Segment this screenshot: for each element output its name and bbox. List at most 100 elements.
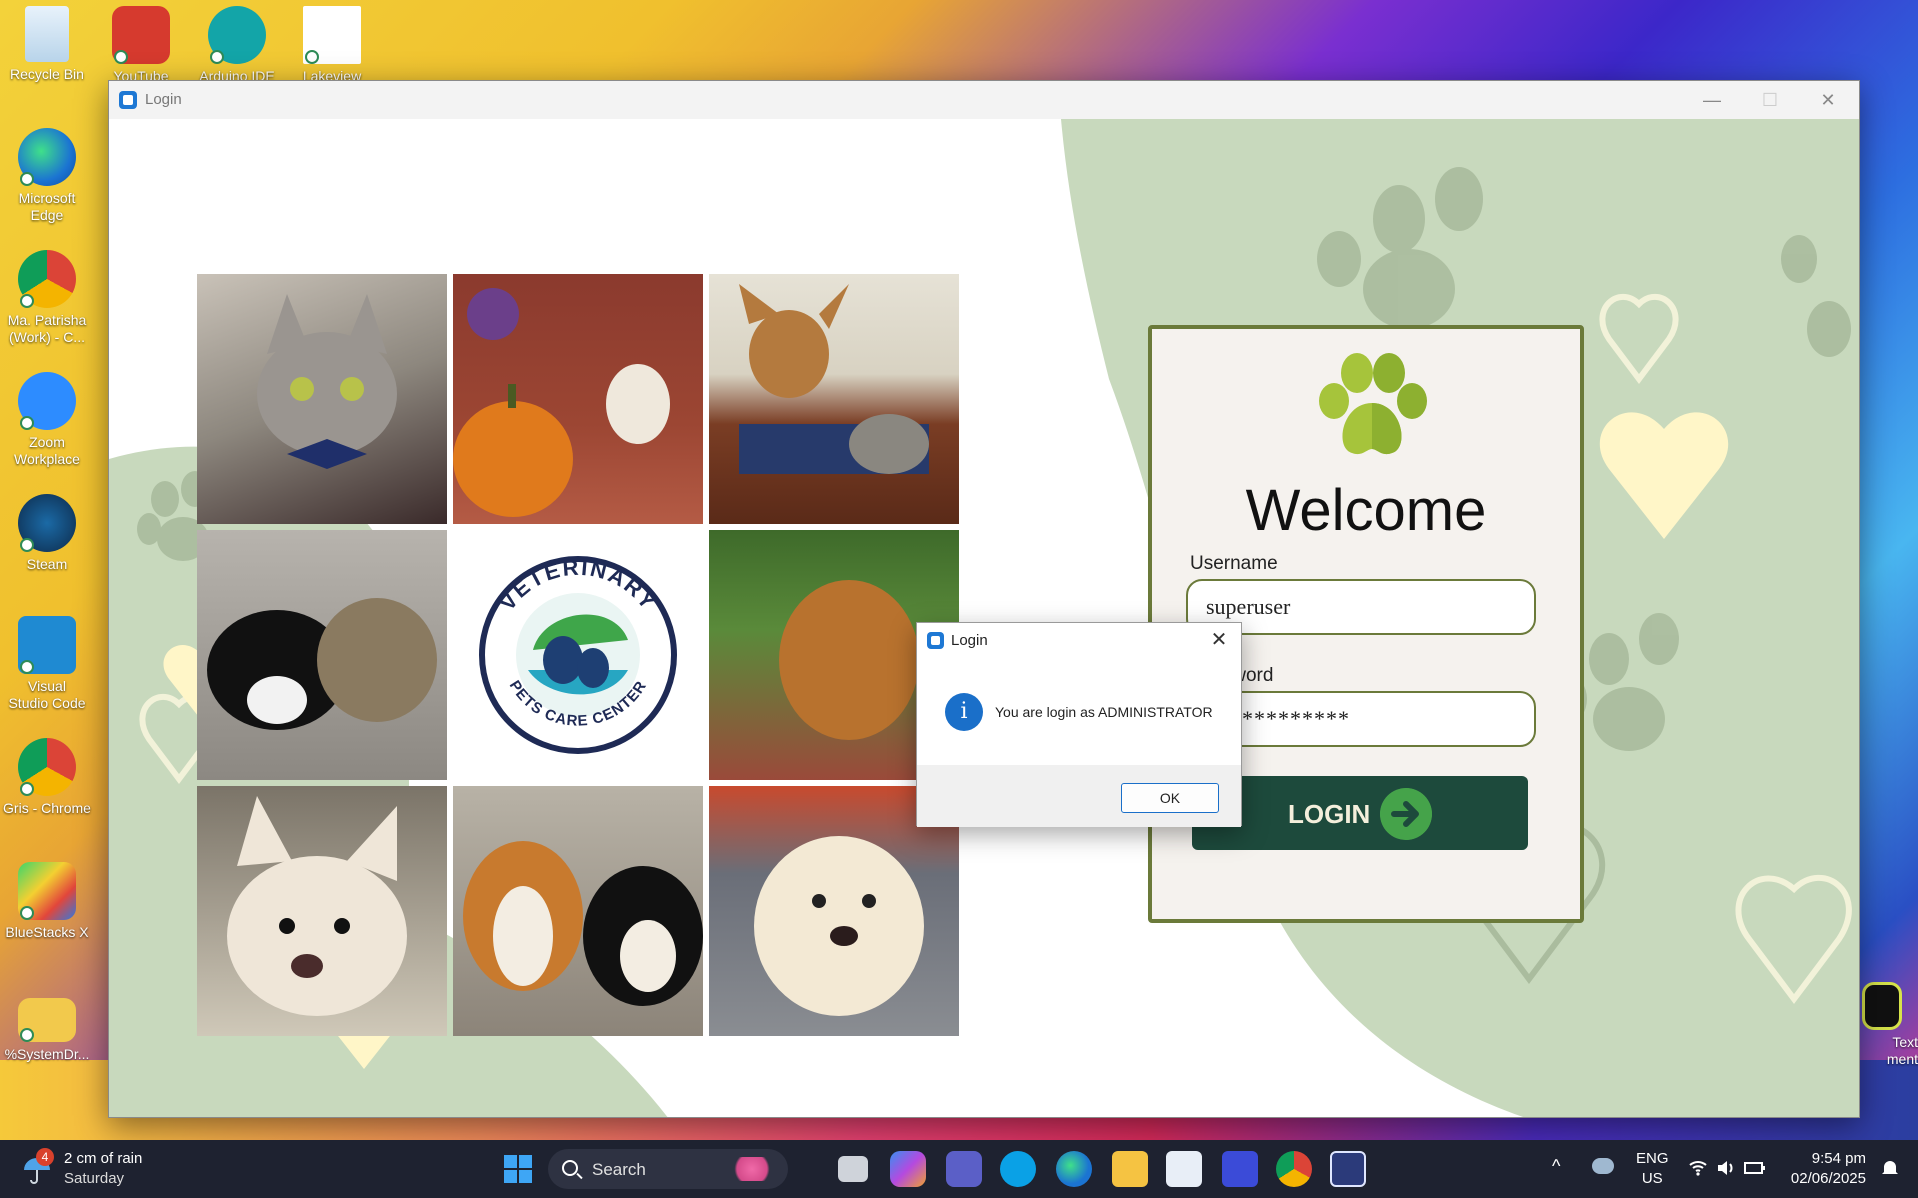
- chrome-icon: [18, 250, 76, 308]
- window-titlebar[interactable]: Login — ☐ ✕: [109, 81, 1859, 119]
- dialog-close-button[interactable]: ✕: [1205, 627, 1233, 653]
- veterinary-logo: VETERINARY PETS CARE CENTER: [453, 530, 703, 780]
- login-button[interactable]: LOGIN: [1192, 776, 1528, 850]
- desktop-icon-label: Zoom Workplace: [14, 434, 80, 467]
- desktop-icon-label: Microsoft Edge: [18, 190, 76, 223]
- minimize-button[interactable]: —: [1683, 81, 1741, 119]
- maximize-button[interactable]: ☐: [1741, 81, 1799, 119]
- battery-icon[interactable]: [1744, 1160, 1766, 1176]
- desktop-icon-systemdrive[interactable]: %SystemDr...: [0, 986, 94, 1063]
- recycle-bin-icon: [25, 6, 69, 62]
- microsoft-store-icon[interactable]: [1166, 1151, 1202, 1187]
- dialog-footer: OK: [917, 765, 1241, 827]
- chevron-up-icon[interactable]: ^: [1552, 1156, 1560, 1198]
- desktop-icon-youtube[interactable]: YouTube: [94, 6, 188, 82]
- app-taskbar-icon[interactable]: [1222, 1151, 1258, 1187]
- copilot-icon[interactable]: [890, 1151, 926, 1187]
- dog-cat-illustration: [739, 284, 929, 474]
- paw-logo-icon: [1319, 353, 1427, 455]
- desktop-icon-label: %SystemDr...: [4, 1046, 90, 1062]
- login-window: Login — ☐ ✕ VETERINARY PETS CARE CENTER …: [108, 80, 1860, 1118]
- weather-summary: 2 cm of rain: [64, 1150, 143, 1167]
- file-explorer-icon[interactable]: [1112, 1151, 1148, 1187]
- taskbar-search[interactable]: Search: [548, 1149, 788, 1189]
- desktop-icon-steam[interactable]: Steam: [0, 494, 94, 573]
- language-code: ENG: [1636, 1150, 1669, 1167]
- two-dogs-illustration: [463, 841, 703, 1006]
- folder-icon: [18, 998, 76, 1042]
- desktop-icon-label: Ma. Patrisha (Work) - C...: [7, 312, 87, 345]
- dialog-body: i You are login as ADMINISTRATOR: [917, 657, 1241, 765]
- notification-bell-icon[interactable]: [1880, 1158, 1900, 1178]
- onedrive-icon[interactable]: [1592, 1158, 1614, 1174]
- pet-photo-white-dog: [197, 786, 447, 1036]
- desktop-icon-zoom[interactable]: Zoom Workplace: [0, 372, 94, 468]
- pumpkin-illustration: [453, 288, 670, 517]
- desktop-icon-label: BlueStacks X: [5, 924, 89, 940]
- language-indicator[interactable]: ENG US: [1636, 1149, 1669, 1189]
- desktop-icon-arduino[interactable]: Arduino IDE: [190, 6, 284, 82]
- steam-icon: [18, 494, 76, 552]
- weather-badge: 4: [36, 1148, 54, 1166]
- desktop-icon-bluestacks[interactable]: BlueStacks X: [0, 862, 94, 941]
- wifi-icon[interactable]: [1688, 1159, 1708, 1177]
- pet-photo-gray-cat: [197, 274, 447, 524]
- clock-time: 9:54 pm: [1811, 1150, 1866, 1167]
- teams-icon[interactable]: [946, 1151, 982, 1187]
- flower-decoration-icon: [730, 1157, 774, 1181]
- windows-start-icon[interactable]: [500, 1151, 536, 1187]
- desktop-icon-vscode[interactable]: Visual Studio Code: [0, 616, 94, 712]
- pet-photo-grid: VETERINARY PETS CARE CENTER: [197, 274, 962, 1039]
- veterinary-logo-graphic: VETERINARY PETS CARE CENTER: [479, 555, 677, 754]
- search-icon: [562, 1160, 578, 1176]
- close-button[interactable]: ✕: [1799, 81, 1857, 119]
- vscode-icon: [18, 616, 76, 674]
- search-placeholder: Search: [592, 1160, 646, 1179]
- desktop-icon-lakeview[interactable]: Lakeview: [285, 6, 379, 82]
- chrome-taskbar-icon[interactable]: [1276, 1151, 1312, 1187]
- login-app-taskbar-icon[interactable]: [1330, 1151, 1366, 1187]
- pet-photo-dog-and-cat: [709, 274, 959, 524]
- chrome-icon: [18, 738, 76, 796]
- pet-photo-dog-pumpkin: [453, 274, 703, 524]
- username-label: Username: [1190, 553, 1278, 574]
- white-dog-illustration: [227, 796, 407, 1016]
- desktop-icon-label: Gris - Chrome: [3, 800, 91, 816]
- desktop-icon-chrome-work[interactable]: Ma. Patrisha (Work) - C...: [0, 250, 94, 346]
- lakeview-icon: [303, 6, 361, 64]
- zoom-icon: [18, 372, 76, 430]
- ok-button[interactable]: OK: [1121, 783, 1219, 813]
- app-icon: [927, 632, 944, 649]
- pet-photo-two-cats: [197, 530, 447, 780]
- arrow-right-icon: [1380, 788, 1432, 840]
- task-view-icon[interactable]: [838, 1156, 868, 1182]
- skype-icon[interactable]: [1000, 1151, 1036, 1187]
- taskbar: 4 2 cm of rain Saturday Search ^ ENG US …: [0, 1140, 1918, 1198]
- desktop-icon-label: Recycle Bin: [10, 66, 84, 82]
- weather-day: Saturday: [64, 1170, 125, 1187]
- dialog-title: Login: [951, 632, 988, 649]
- app-icon: [119, 91, 137, 109]
- pet-photo-two-dogs: [453, 786, 703, 1036]
- bluestacks-icon: [18, 862, 76, 920]
- text-document-icon: [1862, 982, 1902, 1030]
- desktop-icon-chrome-gris[interactable]: Gris - Chrome: [0, 738, 94, 817]
- dialog-titlebar[interactable]: Login ✕: [917, 623, 1241, 657]
- youtube-phone-icon: [112, 6, 170, 64]
- speaker-icon[interactable]: [1716, 1159, 1736, 1177]
- desktop-icon-recycle-bin[interactable]: Recycle Bin: [0, 6, 94, 83]
- desktop-icon-label: Steam: [26, 556, 68, 572]
- window-content: VETERINARY PETS CARE CENTER Welcome User…: [109, 119, 1859, 1117]
- dialog-message: You are login as ADMINISTRATOR: [995, 704, 1213, 720]
- cat-illustration: [257, 294, 397, 469]
- info-icon: i: [945, 693, 983, 731]
- clock-date: 02/06/2025: [1790, 1170, 1866, 1187]
- region-code: US: [1641, 1170, 1663, 1187]
- desktop-icon-edge[interactable]: Microsoft Edge: [0, 128, 94, 224]
- arduino-icon: [208, 6, 266, 64]
- two-cats-illustration: [207, 598, 437, 730]
- clock[interactable]: 9:54 pm 02/06/2025: [1791, 1149, 1866, 1189]
- message-dialog: Login ✕ i You are login as ADMINISTRATOR…: [916, 622, 1242, 827]
- edge-taskbar-icon[interactable]: [1056, 1151, 1092, 1187]
- window-title: Login: [145, 91, 182, 108]
